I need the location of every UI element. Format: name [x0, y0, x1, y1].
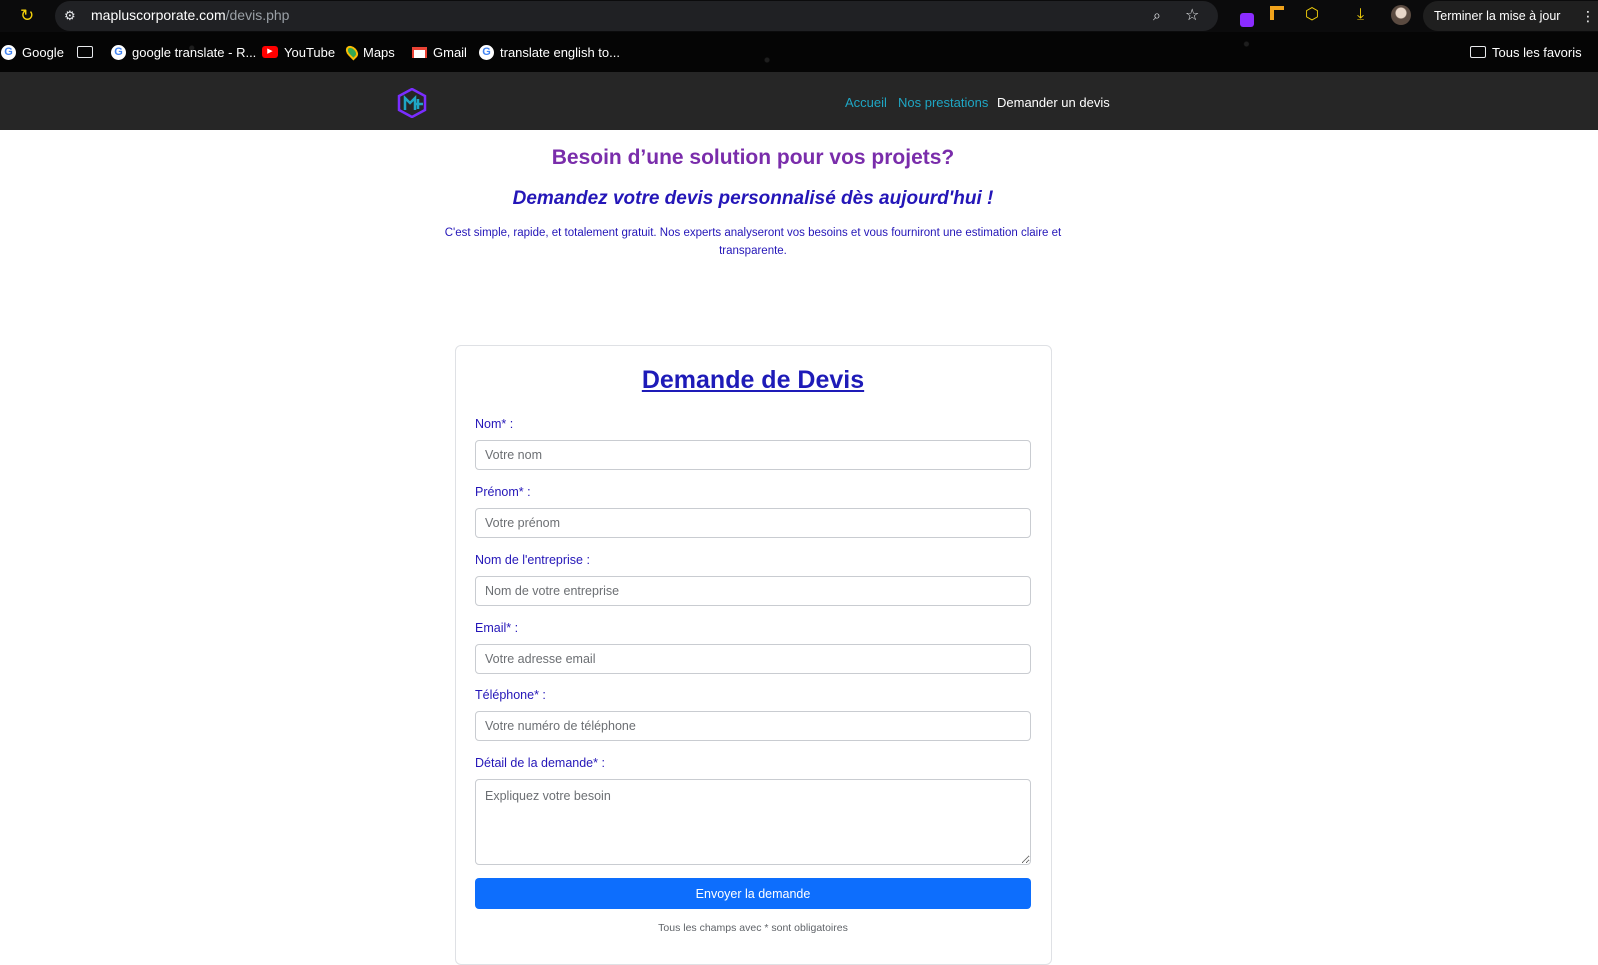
profile-avatar[interactable] [1391, 5, 1411, 25]
folder-icon [77, 46, 93, 58]
bookmark-label: translate english to... [500, 44, 620, 60]
gmail-icon [412, 46, 427, 58]
bookmark-label: YouTube [284, 44, 336, 60]
email-input[interactable] [475, 644, 1031, 674]
url-domain: mapluscorporate.com [91, 7, 226, 23]
url-text[interactable]: mapluscorporate.com/devis.php [91, 7, 289, 23]
folder-icon [1470, 46, 1486, 58]
nom-label: Nom* : [475, 417, 514, 431]
detail-textarea[interactable] [475, 779, 1031, 865]
entreprise-label: Nom de l'entreprise : [475, 553, 590, 567]
nom-input[interactable] [475, 440, 1031, 470]
hero-description: C'est simple, rapide, et totalement grat… [444, 227, 1062, 257]
reload-icon[interactable]: ↻ [20, 7, 38, 25]
nav-accueil[interactable]: Accueil [845, 95, 887, 110]
google-icon: G [1, 44, 16, 60]
browser-toolbar: ↻ ⚙ mapluscorporate.com/devis.php ⌕ ☆ ⬡ … [0, 0, 1598, 32]
telephone-label: Téléphone* : [475, 688, 546, 702]
site-settings-icon[interactable]: ⚙ [64, 8, 80, 24]
zoom-icon[interactable]: ⌕ [1153, 7, 1161, 24]
extension-purple-icon[interactable] [1240, 13, 1254, 27]
download-icon[interactable]: ⤓ [1357, 6, 1375, 24]
address-bar[interactable]: ⚙ mapluscorporate.com/devis.php ⌕ ☆ [55, 1, 1218, 31]
site-header: Accueil Nos prestations Demander un devi… [0, 72, 1598, 130]
bookmark-google[interactable]: G Google [1, 43, 64, 61]
detail-label: Détail de la demande* : [475, 756, 605, 770]
form-title: Demande de Devis [641, 366, 865, 394]
maps-icon [343, 43, 361, 61]
google-icon: G [111, 44, 126, 60]
extension-orange-icon[interactable] [1270, 6, 1288, 24]
bookmark-google-translate[interactable]: Ggoogle translate - R... [111, 43, 256, 61]
menu-kebab-icon[interactable]: ⋮ [1581, 8, 1595, 25]
nav-demander-devis[interactable]: Demander un devis [997, 95, 1110, 110]
hero-subtitle: Demandez votre devis personnalisé dès au… [512, 188, 994, 209]
prenom-label: Prénom* : [475, 485, 531, 499]
bookmark-star-icon[interactable]: ☆ [1185, 5, 1199, 25]
entreprise-input[interactable] [475, 576, 1031, 606]
nav-prestations[interactable]: Nos prestations [898, 95, 988, 110]
submit-button[interactable]: Envoyer la demande [475, 878, 1031, 909]
bookmark-label: Google [22, 44, 64, 60]
prenom-input[interactable] [475, 508, 1031, 538]
bookmark-maps[interactable]: Maps [343, 43, 395, 61]
bookmark-folder[interactable] [77, 43, 93, 61]
hero-title: Besoin d’une solution pour vos projets? [551, 146, 955, 169]
bookmark-label: Maps [363, 44, 395, 60]
url-path: /devis.php [225, 7, 290, 23]
bookmark-label: google translate - R... [132, 44, 257, 60]
google-icon: G [479, 44, 494, 60]
update-button-label: Terminer la mise à jour [1434, 9, 1561, 23]
site-logo[interactable] [397, 88, 427, 118]
bookmark-youtube[interactable]: ▶ YouTube [262, 43, 335, 61]
extensions-puzzle-icon[interactable]: ⬡ [1305, 6, 1323, 24]
update-button[interactable]: Terminer la mise à jour ⋮ [1423, 1, 1598, 31]
bookmark-gmail[interactable]: Gmail [412, 43, 467, 61]
bookmark-label: Gmail [433, 44, 467, 60]
all-bookmarks[interactable]: Tous les favoris [1470, 43, 1582, 61]
youtube-icon: ▶ [262, 46, 278, 58]
required-fields-note: Tous les champs avec * sont obligatoires [658, 922, 848, 934]
bookmark-translate-english[interactable]: Gtranslate english to... [479, 43, 620, 61]
telephone-input[interactable] [475, 711, 1031, 741]
all-bookmarks-label: Tous les favoris [1492, 44, 1582, 60]
email-label: Email* : [475, 621, 519, 635]
